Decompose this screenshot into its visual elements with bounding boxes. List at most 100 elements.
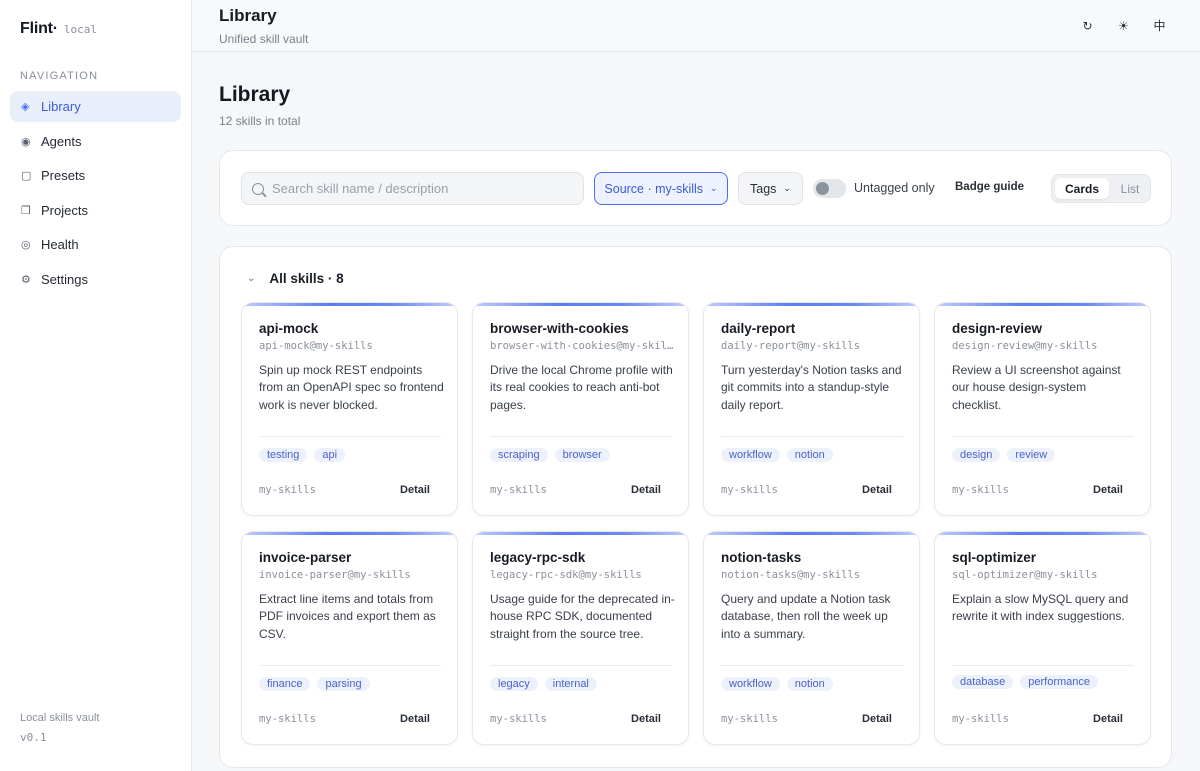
tag-chip[interactable]: notion — [786, 448, 833, 462]
untagged-toggle[interactable] — [813, 179, 846, 198]
language-icon[interactable]: 中 — [1151, 17, 1168, 34]
detail-button[interactable]: Detail — [400, 713, 430, 725]
skill-source: my-skills — [259, 484, 316, 496]
skill-name: design-review — [952, 321, 1043, 336]
theme-icon[interactable]: ☀ — [1115, 17, 1132, 34]
chevron-down-icon: ⌄ — [783, 183, 791, 193]
detail-button[interactable]: Detail — [1093, 713, 1123, 725]
refresh-icon[interactable]: ↻ — [1079, 17, 1096, 34]
detail-button[interactable]: Detail — [862, 484, 892, 496]
tag-chip[interactable]: workflow — [721, 677, 780, 691]
detail-button[interactable]: Detail — [400, 484, 430, 496]
tag-chip[interactable]: design — [952, 448, 1001, 462]
tag-chip[interactable]: parsing — [317, 677, 370, 691]
sidebar-item-agents[interactable]: ◉ Agents — [10, 126, 181, 157]
skill-card[interactable]: api-mock api-mock@my-skills Spin up mock… — [241, 302, 458, 516]
skill-description: Explain a slow MySQL query and rewrite i… — [952, 592, 1129, 624]
skill-card[interactable]: notion-tasks notion-tasks@my-skills Quer… — [703, 531, 920, 745]
detail-button[interactable]: Detail — [631, 484, 661, 496]
divider — [721, 665, 903, 666]
view-cards-option[interactable]: Cards — [1055, 178, 1109, 199]
sidebar: Flint· local NAVIGATION ◈ Library ◉ Agen… — [0, 0, 192, 771]
footer-title: Local skills vault — [20, 712, 100, 724]
sidebar-item-library[interactable]: ◈ Library — [10, 91, 181, 122]
sidebar-item-label: Settings — [41, 271, 88, 287]
skill-source: my-skills — [721, 484, 778, 496]
presets-icon: ▢ — [21, 170, 32, 183]
skill-description: Extract line items and totals from PDF i… — [259, 592, 436, 641]
skill-tags: workflow notion — [721, 448, 833, 462]
nav-heading: NAVIGATION — [20, 70, 99, 82]
section-header[interactable]: ⌄ All skills · 8 — [247, 271, 344, 286]
sidebar-item-label: Library — [41, 99, 81, 114]
divider — [721, 436, 903, 437]
tag-chip[interactable]: internal — [544, 677, 597, 691]
sidebar-nav: ◈ Library ◉ Agents ▢ Presets ❐ Projects … — [10, 91, 181, 299]
skill-id: sql-optimizer@my-skills — [952, 569, 1098, 581]
sidebar-item-projects[interactable]: ❐ Projects — [10, 195, 181, 226]
skills-count: 12 skills in total — [219, 114, 301, 128]
brand-name: Flint· — [20, 20, 58, 37]
tag-chip[interactable]: database — [952, 675, 1014, 689]
skill-card[interactable]: daily-report daily-report@my-skills Turn… — [703, 302, 920, 516]
brand-logo[interactable]: Flint· local — [20, 20, 97, 38]
skill-tags: legacy internal — [490, 677, 597, 691]
section-title: All skills · 8 — [269, 271, 344, 286]
library-icon: ◈ — [21, 101, 30, 113]
tag-chip[interactable]: legacy — [490, 677, 538, 691]
tag-chip[interactable]: scraping — [490, 448, 548, 462]
topbar-subtitle: Unified skill vault — [219, 32, 309, 46]
tag-chip[interactable]: api — [314, 448, 346, 462]
tag-chip[interactable]: notion — [786, 677, 833, 691]
detail-button[interactable]: Detail — [862, 713, 892, 725]
toggle-knob — [816, 182, 829, 195]
search-input[interactable] — [272, 181, 572, 196]
skill-description: Turn yesterday's Notion tasks and git co… — [721, 363, 902, 412]
skill-source: my-skills — [952, 713, 1009, 725]
tags-select[interactable]: Tags ⌄ — [738, 172, 803, 205]
divider — [952, 436, 1134, 437]
skill-card[interactable]: design-review design-review@my-skills Re… — [934, 302, 1151, 516]
projects-icon: ❐ — [21, 204, 31, 217]
detail-button[interactable]: Detail — [1093, 484, 1123, 496]
skill-name: sql-optimizer — [952, 550, 1037, 565]
skill-card[interactable]: legacy-rpc-sdk legacy-rpc-sdk@my-skills … — [472, 531, 689, 745]
skill-name: notion-tasks — [721, 550, 802, 565]
tag-chip[interactable]: testing — [259, 448, 308, 462]
skill-tags: scraping browser — [490, 448, 610, 462]
tag-chip[interactable]: workflow — [721, 448, 780, 462]
skill-id: api-mock@my-skills — [259, 340, 373, 352]
skill-card[interactable]: browser-with-cookies browser-with-cookie… — [472, 302, 689, 516]
tags-select-label: Tags — [750, 181, 777, 196]
settings-icon: ⚙ — [21, 273, 31, 286]
search-icon — [252, 182, 264, 195]
untagged-label: Untagged only — [854, 181, 935, 195]
badge-guide-button[interactable]: Badge guide — [955, 181, 1024, 193]
chevron-down-icon: ⌄ — [247, 273, 256, 284]
skill-source: my-skills — [490, 713, 547, 725]
detail-button[interactable]: Detail — [631, 713, 661, 725]
sidebar-item-health[interactable]: ◎ Health — [10, 229, 181, 260]
view-switch: Cards List — [1051, 174, 1151, 203]
topbar-actions: ↻ ☀ 中 — [1079, 17, 1168, 34]
page-title: Library — [219, 83, 291, 106]
skills-panel: ⌄ All skills · 8 api-mock api-mock@my-sk… — [219, 246, 1172, 768]
sidebar-item-settings[interactable]: ⚙ Settings — [10, 264, 181, 295]
tag-chip[interactable]: performance — [1020, 675, 1099, 689]
skill-card[interactable]: sql-optimizer sql-optimizer@my-skills Ex… — [934, 531, 1151, 745]
skill-description: Review a UI screenshot against our house… — [952, 363, 1121, 412]
source-select[interactable]: Source · my-skills ⌄ — [594, 172, 728, 205]
tag-chip[interactable]: review — [1007, 448, 1056, 462]
filter-panel: Source · my-skills ⌄ Tags ⌄ Untagged onl… — [219, 150, 1172, 226]
sidebar-item-presets[interactable]: ▢ Presets — [10, 160, 181, 191]
skill-id: daily-report@my-skills — [721, 340, 861, 352]
skill-description: Usage guide for the deprecated in-house … — [490, 592, 675, 641]
divider — [490, 665, 672, 666]
view-list-option[interactable]: List — [1113, 178, 1147, 199]
tag-chip[interactable]: browser — [554, 448, 610, 462]
sidebar-item-label: Presets — [41, 168, 86, 184]
skill-card[interactable]: invoice-parser invoice-parser@my-skills … — [241, 531, 458, 745]
chevron-down-icon: ⌄ — [710, 183, 718, 193]
divider — [490, 436, 672, 437]
tag-chip[interactable]: finance — [259, 677, 311, 691]
